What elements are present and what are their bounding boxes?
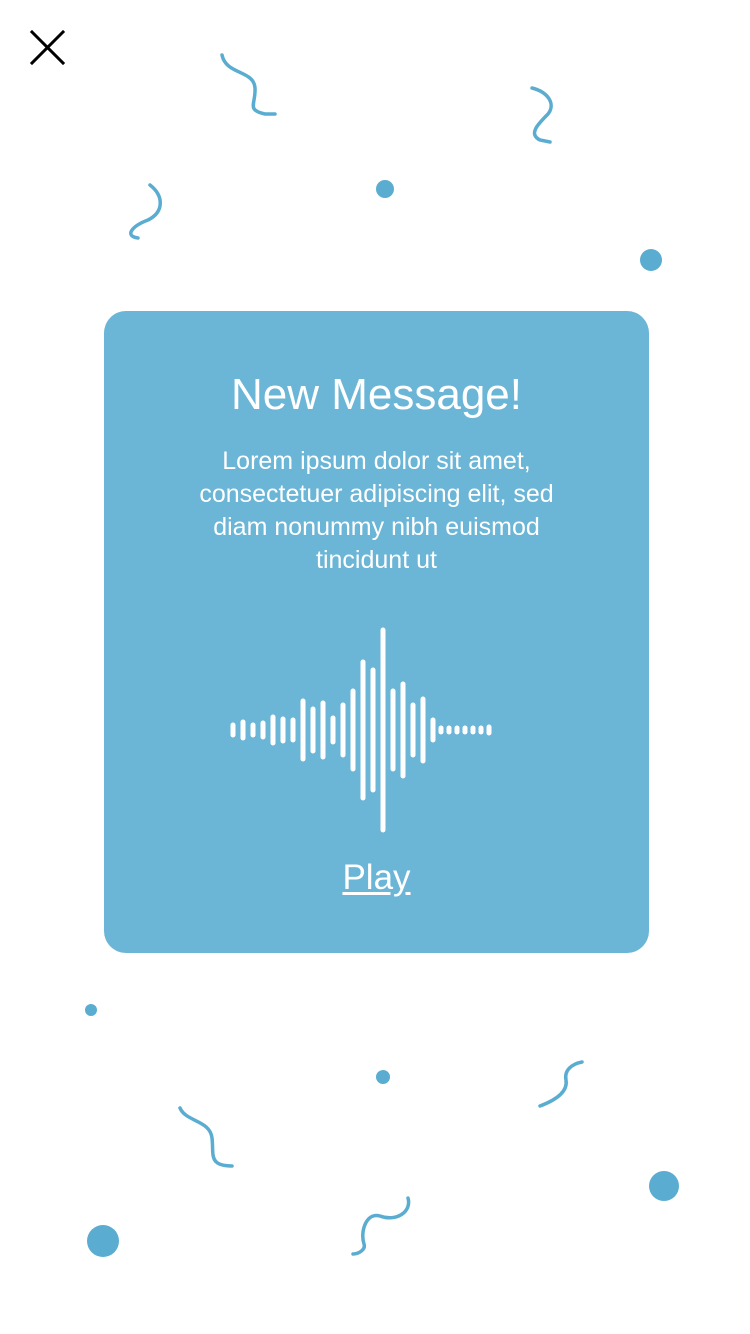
squiggle-shape [538, 1060, 584, 1108]
squiggle-shape [220, 53, 277, 116]
dot-shape [376, 180, 394, 198]
dot-shape [649, 1171, 679, 1201]
squiggle-shape [530, 86, 553, 144]
message-card: New Message! Lorem ipsum dolor sit amet,… [104, 311, 649, 953]
squiggle-shape [351, 1196, 411, 1256]
squiggle-shape [178, 1106, 234, 1168]
dot-shape [376, 1070, 390, 1084]
close-icon [29, 29, 66, 66]
audio-waveform-icon [230, 627, 492, 833]
dot-shape [87, 1225, 119, 1257]
dot-shape [85, 1004, 97, 1016]
play-button[interactable]: Play [104, 857, 649, 899]
squiggle-shape [129, 183, 162, 240]
message-body: Lorem ipsum dolor sit amet, consectetuer… [199, 447, 554, 574]
close-button[interactable] [28, 28, 68, 68]
dot-shape [640, 249, 662, 271]
message-title: New Message! [230, 370, 522, 419]
